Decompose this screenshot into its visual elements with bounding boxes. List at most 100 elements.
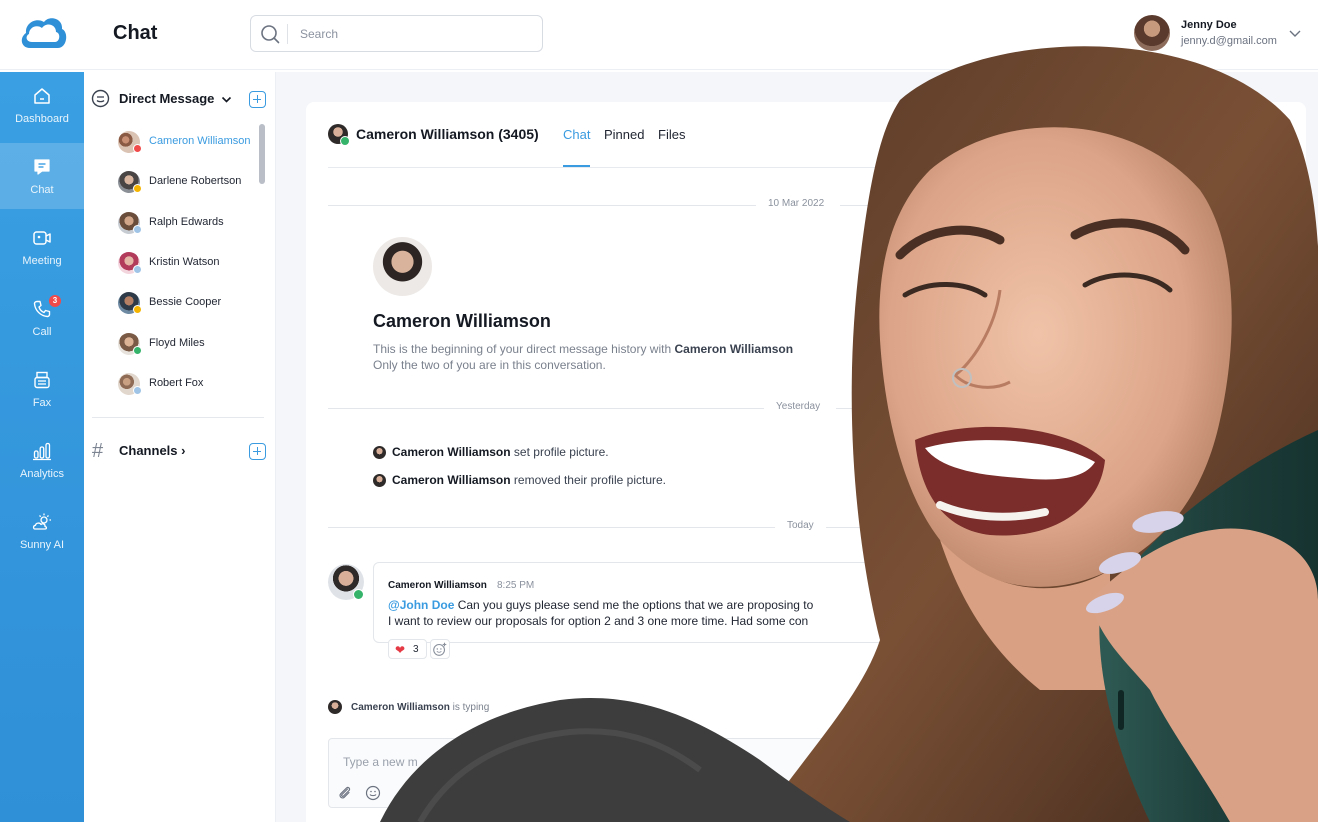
heart-icon: ❤ [395,643,406,657]
nav-meeting[interactable]: Meeting [0,214,84,280]
contact-name: Kristin Watson [149,256,220,268]
intro-text: This is the beginning of your direct mes… [373,342,793,356]
nav-dashboard-label: Dashboard [15,113,69,125]
user-avatar[interactable] [1134,15,1170,51]
left-nav-rail: Dashboard Chat Meeting 3 Call Fax Analyt… [0,72,84,822]
direct-message-label: Direct Message [119,91,215,106]
search-divider [287,24,288,44]
contact-name: Ralph Edwards [149,216,224,228]
system-event-action: removed their profile picture. [510,473,666,487]
user-name: Jenny Doe [1181,19,1237,31]
status-badge [133,265,142,274]
add-channel-button[interactable] [249,443,266,460]
chat-icon [34,159,50,175]
contact-item-robert-fox[interactable]: Robert Fox [118,371,258,397]
message-time: 8:25 PM [497,580,535,591]
call-badge: 3 [49,295,61,307]
contacts-panel: Direct Message Cameron Williamson Darlen… [84,72,276,822]
contact-name: Robert Fox [149,377,204,389]
message-bubble[interactable]: Cameron Williamson 8:25 PM @John Doe Can… [373,562,933,643]
add-direct-message-button[interactable] [249,91,266,108]
video-icon [33,231,51,245]
status-badge [353,589,364,600]
tab-files[interactable]: Files [658,127,685,142]
home-icon [34,88,50,104]
contact-name: Darlene Robertson [149,175,242,187]
message-input[interactable] [343,753,843,771]
tab-pinned[interactable]: Pinned [604,127,644,142]
avatar[interactable] [373,237,432,296]
sidebar-divider [92,417,264,418]
tab-chat[interactable]: Chat [563,127,590,142]
status-badge [133,144,142,153]
message-text: Can you guys please send me the options … [454,598,814,612]
date-separator: 10 Mar 2022 [328,198,1288,212]
contacts-scrollbar[interactable] [259,124,265,184]
chevron-down-icon[interactable] [221,94,232,105]
intro-text-name: Cameron Williamson [674,342,794,356]
system-event-text: Cameron Williamson removed their profile… [392,473,666,487]
add-reaction-button[interactable] [430,639,450,659]
avatar [373,446,386,459]
nav-chat-label: Chat [30,184,54,196]
system-event-text: Cameron Williamson set profile picture. [392,445,609,459]
intro-subtext: Only the two of you are in this conversa… [373,358,606,372]
message-author: Cameron Williamson [388,580,487,591]
contact-name: Cameron Williamson [149,135,251,147]
status-badge [133,184,142,193]
date-label: Yesterday [776,401,821,412]
emoji-icon[interactable] [365,785,381,801]
nav-chat[interactable]: Chat [0,143,84,209]
system-event-action: set profile picture. [510,445,609,459]
system-event-name: Cameron Williamson [392,445,511,459]
sunny-ai-icon [32,513,51,530]
typing-suffix: is typing [449,702,490,713]
avatar [373,474,386,487]
hash-icon: # [92,440,104,462]
contact-item-floyd-miles[interactable]: Floyd Miles [118,331,258,357]
header-divider [328,167,1288,168]
contact-item-kristin-watson[interactable]: Kristin Watson [118,250,258,276]
nav-fax-label: Fax [32,397,52,409]
analytics-icon [33,442,51,461]
intro-text-prefix: This is the beginning of your direct mes… [373,342,675,356]
direct-message-header[interactable]: Direct Message [91,89,271,111]
channels-header[interactable]: # Channels › [92,441,272,463]
message-line-1: @John Doe Can you guys please send me th… [388,598,813,612]
nav-analytics-label: Analytics [19,468,65,480]
intro-name: Cameron Williamson [373,311,551,331]
nav-analytics[interactable]: Analytics [0,427,84,493]
status-badge [133,346,142,355]
mention-link[interactable]: @John Doe [388,598,454,612]
search-input[interactable] [300,24,530,44]
nav-call-label: Call [32,326,52,338]
search-icon [261,25,280,44]
status-badge [133,225,142,234]
app-title: Chat [113,22,158,44]
contact-item-bessie-cooper[interactable]: Bessie Cooper [118,290,258,316]
heart-reaction[interactable]: ❤ 3 [388,639,427,659]
contact-name: Bessie Cooper [149,296,222,308]
nav-fax[interactable]: Fax [0,356,84,422]
cloud-logo-icon[interactable] [18,12,68,54]
nav-sunny-ai[interactable]: Sunny AI [0,498,84,564]
channels-label: Channels › [119,443,186,458]
contact-item-cameron-williamson[interactable]: Cameron Williamson [118,129,258,155]
nav-dashboard[interactable]: Dashboard [0,72,84,138]
nav-call[interactable]: 3 Call [0,285,84,351]
search-box[interactable] [250,15,543,52]
status-badge [133,386,142,395]
direct-message-icon [91,89,110,108]
contact-item-ralph-edwards[interactable]: Ralph Edwards [118,210,258,236]
paperclip-icon[interactable] [337,785,353,801]
reaction-count: 3 [413,644,419,655]
contact-item-darlene-robertson[interactable]: Darlene Robertson [118,169,258,195]
fax-icon [34,371,50,389]
message-composer[interactable] [328,738,1288,808]
user-profile-menu[interactable]: Jenny Doe jenny.d@gmail.com [1134,14,1314,54]
status-badge [340,136,350,146]
nav-sunny-ai-label: Sunny AI [19,539,65,551]
contact-name: Floyd Miles [149,337,205,349]
chevron-down-icon[interactable] [1288,26,1302,40]
date-label: 10 Mar 2022 [768,198,825,209]
